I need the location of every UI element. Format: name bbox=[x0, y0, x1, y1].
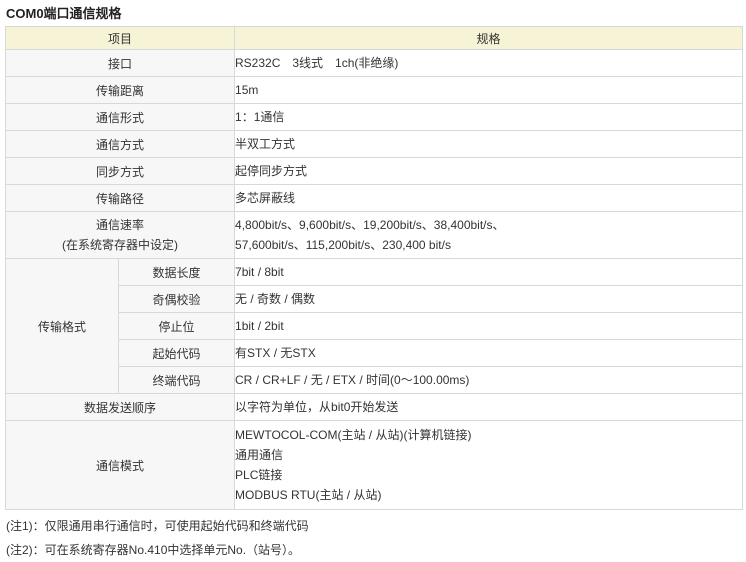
page-title: COM0端口通信规格 bbox=[6, 6, 122, 21]
row-value-interface: RS232C 3线式 1ch(非绝缘) bbox=[234, 49, 744, 77]
row-value-form: 1：1通信 bbox=[234, 103, 744, 131]
table-row: 通信形式 1：1通信 bbox=[4, 103, 744, 131]
footnote-1: (注1)：仅限通用串行通信时，可使用起始代码和终端代码 bbox=[6, 519, 309, 533]
mode-line: MODBUS RTU(主站 / 从站) bbox=[235, 488, 382, 502]
sub-label-stop-bit: 停止位 bbox=[117, 312, 236, 340]
sub-value-parity: 无 / 奇数 / 偶数 bbox=[234, 285, 744, 313]
row-label-interface: 接口 bbox=[4, 49, 236, 77]
row-label-distance: 传输距离 bbox=[4, 76, 236, 104]
row-value-method: 半双工方式 bbox=[234, 130, 744, 158]
header-spec: 规格 bbox=[234, 26, 744, 50]
row-value-speed: 4,800bit/s、9,600bit/s、19,200bit/s、38,400… bbox=[234, 211, 744, 259]
row-label-speed: 通信速率 (在系统寄存器中设定) bbox=[4, 211, 236, 259]
table-row: 接口 RS232C 3线式 1ch(非绝缘) bbox=[4, 49, 744, 77]
table-row: 通信模式 MEWTOCOL-COM(主站 / 从站)(计算机链接) 通用通信 P… bbox=[4, 420, 744, 510]
row-value-mode: MEWTOCOL-COM(主站 / 从站)(计算机链接) 通用通信 PLC链接 … bbox=[234, 420, 744, 510]
row-label-sync: 同步方式 bbox=[4, 157, 236, 185]
table-row: 传输距离 15m bbox=[4, 76, 744, 104]
sub-label-data-length: 数据长度 bbox=[117, 258, 236, 286]
speed-value-line2: 57,600bit/s、115,200bit/s、230,400 bit/s bbox=[235, 238, 451, 252]
row-label-path: 传输路径 bbox=[4, 184, 236, 212]
table-row: 通信速率 (在系统寄存器中设定) 4,800bit/s、9,600bit/s、1… bbox=[4, 211, 744, 259]
speed-label-line1: 通信速率 bbox=[96, 218, 145, 232]
table-row: 数据发送顺序 以字符为单位，从bit0开始发送 bbox=[4, 393, 744, 421]
row-value-path: 多芯屏蔽线 bbox=[234, 184, 744, 212]
row-value-order: 以字符为单位，从bit0开始发送 bbox=[234, 393, 744, 421]
table-row: 通信方式 半双工方式 bbox=[4, 130, 744, 158]
table-row: 传输格式 数据长度 7bit / 8bit bbox=[5, 258, 744, 394]
row-label-method: 通信方式 bbox=[4, 130, 236, 158]
table-row: 传输路径 多芯屏蔽线 bbox=[4, 184, 744, 212]
mode-line: 通用通信 bbox=[235, 448, 284, 462]
mode-line: MEWTOCOL-COM(主站 / 从站)(计算机链接) bbox=[235, 428, 472, 442]
sub-value-stop-bit: 1bit / 2bit bbox=[234, 312, 744, 340]
sub-value-data-length: 7bit / 8bit bbox=[234, 258, 744, 286]
row-label-order: 数据发送顺序 bbox=[4, 393, 236, 421]
table-row: 同步方式 起停同步方式 bbox=[4, 157, 744, 185]
speed-label-line2: (在系统寄存器中设定) bbox=[62, 238, 178, 252]
row-value-sync: 起停同步方式 bbox=[234, 157, 744, 185]
sub-value-start-code: 有STX / 无STX bbox=[234, 339, 744, 367]
row-label-form: 通信形式 bbox=[4, 103, 236, 131]
footnote-2: (注2)：可在系统寄存器No.410中选择单元No.（站号）。 bbox=[6, 543, 301, 557]
mode-line: PLC链接 bbox=[235, 468, 283, 482]
header-item: 项目 bbox=[4, 26, 236, 50]
sub-label-parity: 奇偶校验 bbox=[117, 285, 236, 313]
sub-label-end-code: 终端代码 bbox=[117, 366, 236, 394]
row-value-distance: 15m bbox=[234, 76, 744, 104]
speed-value-line1: 4,800bit/s、9,600bit/s、19,200bit/s、38,400… bbox=[235, 218, 505, 232]
row-label-mode: 通信模式 bbox=[4, 420, 236, 510]
row-label-format: 传输格式 bbox=[5, 258, 119, 394]
spec-table: 项目 规格 接口 RS232C 3线式 1ch(非绝缘) 传输距离 15m 通信… bbox=[4, 26, 744, 510]
table-header-row: 项目 规格 bbox=[4, 26, 744, 50]
sub-label-start-code: 起始代码 bbox=[117, 339, 236, 367]
sub-value-end-code: CR / CR+LF / 无 / ETX / 时间(0～100.00ms) bbox=[234, 366, 744, 394]
